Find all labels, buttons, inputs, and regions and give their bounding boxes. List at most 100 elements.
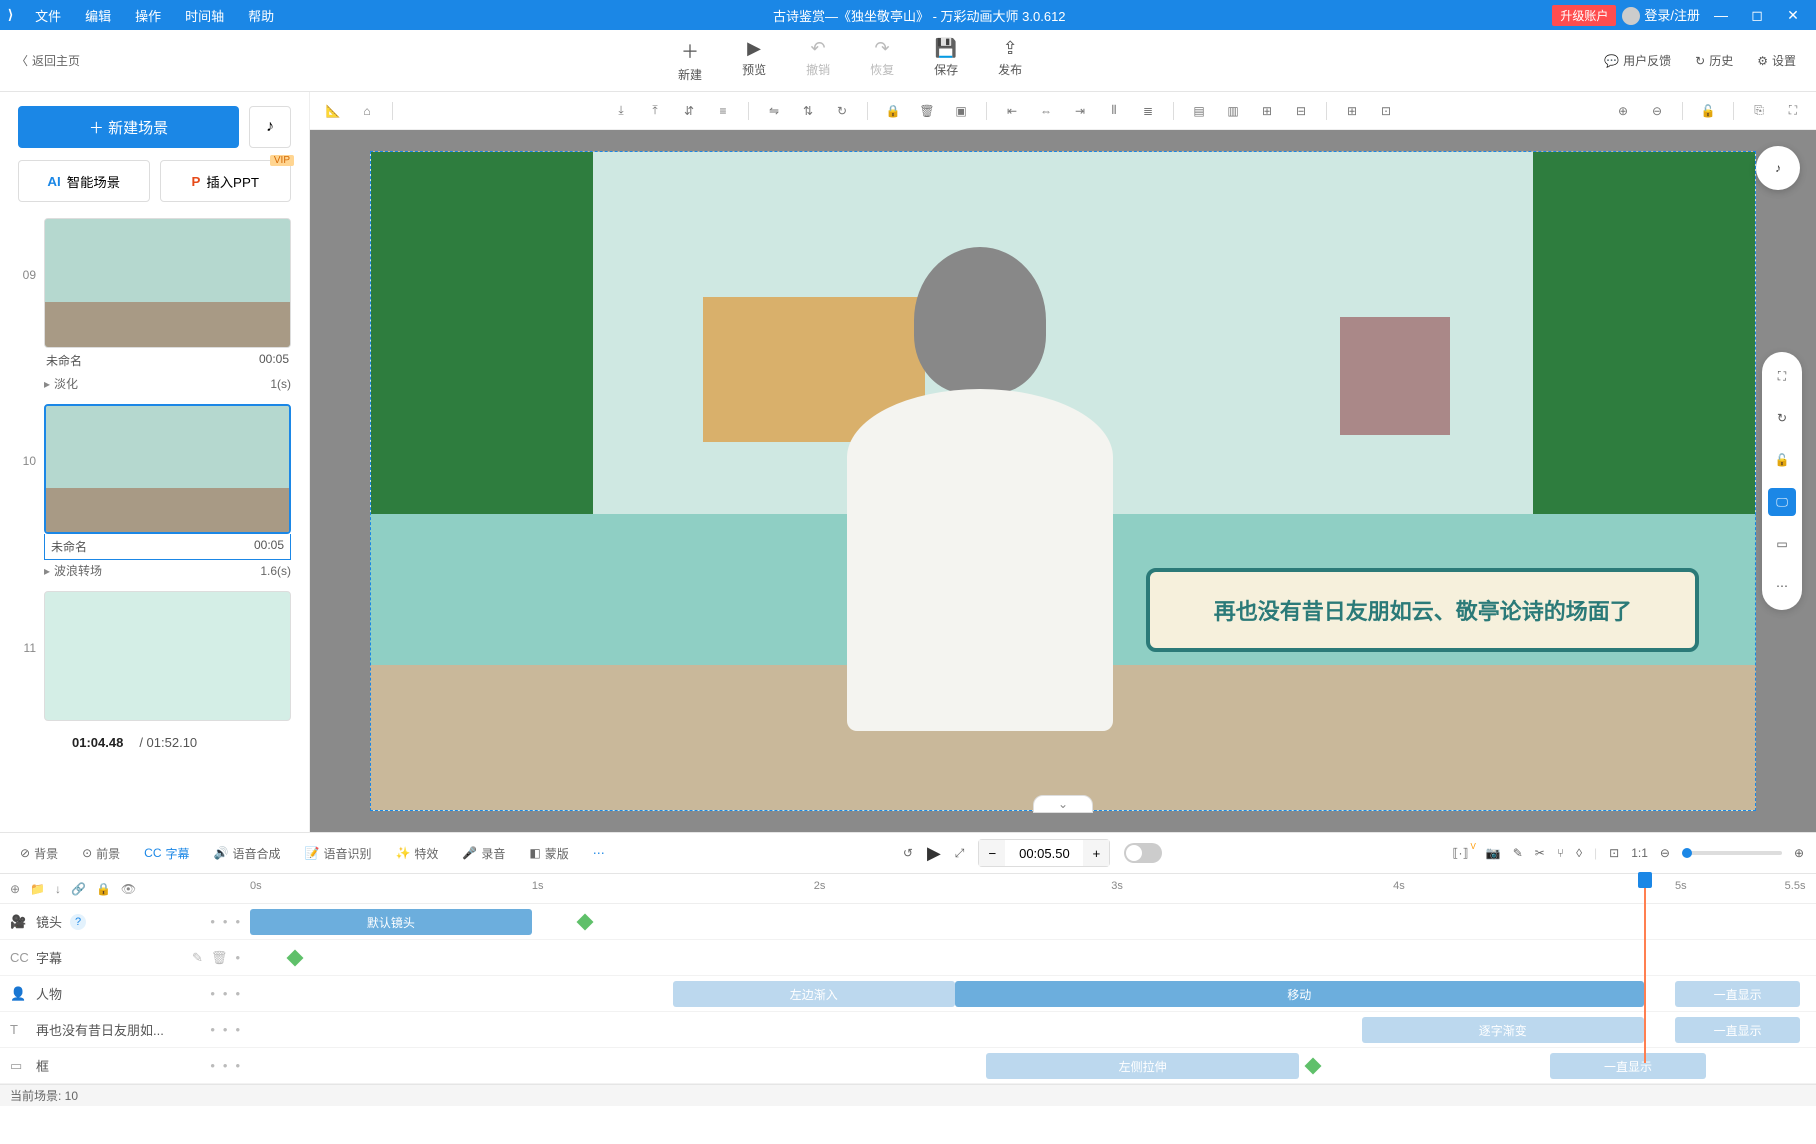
align-top-icon[interactable]: ⤒ <box>642 98 668 124</box>
timeline-ruler[interactable]: 0s 1s 2s 3s 4s 5s 5.5s <box>250 874 1816 903</box>
eye-icon[interactable]: 👁 <box>121 882 136 896</box>
bring-front-icon[interactable]: ▤ <box>1186 98 1212 124</box>
zoom-out-icon[interactable]: ⊖ <box>1644 98 1670 124</box>
toolbar-save[interactable]: 💾保存 <box>934 38 958 83</box>
clip-text-hold[interactable]: 一直显示 <box>1675 1017 1800 1043</box>
camera-tool-icon[interactable]: 📷 <box>1486 846 1501 860</box>
toolbar-undo[interactable]: ↶撤销 <box>806 38 830 83</box>
edit-tool-icon[interactable]: ✎ <box>1513 846 1523 860</box>
track-dot[interactable]: • <box>223 914 228 929</box>
align-left-icon[interactable]: ⇤ <box>999 98 1025 124</box>
toolbar-redo[interactable]: ↷恢复 <box>870 38 894 83</box>
time-minus-button[interactable]: − <box>979 840 1005 866</box>
zoom-in-icon[interactable]: ⊕ <box>1610 98 1636 124</box>
filter-icon[interactable]: ⑂ <box>1557 846 1564 860</box>
tab-effects[interactable]: ✨特效 <box>387 841 446 866</box>
ratio-icon[interactable]: 1:1 <box>1631 846 1648 860</box>
rotate-icon[interactable]: ↻ <box>829 98 855 124</box>
collapse-canvas-button[interactable]: ⌄ <box>1033 795 1093 813</box>
track-dot[interactable]: • <box>223 1022 228 1037</box>
tab-asr[interactable]: 📝语音识别 <box>296 841 379 866</box>
scene-item-09[interactable]: 09 未命名00:05 ▸淡化1(s) <box>18 218 291 394</box>
ruler-icon[interactable]: 📐 <box>320 98 346 124</box>
ungroup-icon[interactable]: ⊟ <box>1288 98 1314 124</box>
menu-operate[interactable]: 操作 <box>123 6 173 25</box>
scene-item-10[interactable]: 10 未命名00:05 ▸波浪转场1.6(s) <box>18 404 291 581</box>
help-icon[interactable]: ? <box>70 914 86 930</box>
tab-more[interactable]: ⋯ <box>585 842 613 864</box>
zoom-out-timeline-icon[interactable]: ⊖ <box>1660 846 1670 860</box>
clip-camera[interactable]: 默认镜头 <box>250 909 532 935</box>
tab-foreground[interactable]: ⊙前景 <box>74 841 128 866</box>
track-dot[interactable]: • <box>235 1022 240 1037</box>
keyframe-diamond[interactable] <box>287 950 304 967</box>
track-lane[interactable]: 默认镜头 <box>250 904 1816 939</box>
crop-icon[interactable]: ▣ <box>948 98 974 124</box>
align-right-icon[interactable]: ⇥ <box>1067 98 1093 124</box>
tab-tts[interactable]: 🔊语音合成 <box>206 841 289 866</box>
track-dot[interactable]: • <box>235 986 240 1001</box>
track-dot[interactable]: • <box>223 986 228 1001</box>
track-lane[interactable]: 左边渐入 移动 一直显示 <box>250 976 1816 1011</box>
tab-subtitle[interactable]: CC字幕 <box>136 841 197 866</box>
timeline-play-icon[interactable]: ▶ <box>927 843 941 864</box>
lock-stage-icon[interactable]: 🔓 <box>1768 446 1796 474</box>
window-maximize[interactable]: ◻ <box>1742 7 1772 24</box>
menu-edit[interactable]: 编辑 <box>73 6 123 25</box>
align-bottom-icon[interactable]: ⤓ <box>608 98 634 124</box>
window-minimize[interactable]: — <box>1706 7 1736 23</box>
window-close[interactable]: ✕ <box>1778 7 1808 24</box>
login-button[interactable]: 登录/注册 <box>1622 5 1700 26</box>
toolbar-settings[interactable]: ⚙设置 <box>1757 52 1796 69</box>
insert-ppt-button[interactable]: P插入PPTVIP <box>160 160 292 202</box>
display-icon[interactable]: 🖵 <box>1768 488 1796 516</box>
toolbar-feedback[interactable]: 💬用户反馈 <box>1604 52 1671 69</box>
align-middle-icon[interactable]: ⇵ <box>676 98 702 124</box>
back-home-button[interactable]: 〈 返回主页 <box>0 52 96 69</box>
clip-frame-hold[interactable]: 一直显示 <box>1550 1053 1707 1079</box>
track-dot[interactable]: • <box>223 1058 228 1073</box>
upgrade-button[interactable]: 升级账户 <box>1552 5 1616 26</box>
more-icon[interactable]: ⋯ <box>1768 572 1796 600</box>
track-dot[interactable]: • <box>210 1022 215 1037</box>
track-dot[interactable]: • <box>210 1058 215 1073</box>
keyframe-diamond[interactable] <box>1305 1058 1322 1075</box>
playhead[interactable] <box>1644 874 1646 1063</box>
timeline-expand-icon[interactable]: ⤢ <box>955 846 965 861</box>
time-field[interactable] <box>1005 846 1083 861</box>
flip-v-icon[interactable]: ⇅ <box>795 98 821 124</box>
track-dot[interactable]: • <box>235 914 240 929</box>
lock-icon[interactable]: 🔒 <box>880 98 906 124</box>
track-lane[interactable]: 左侧拉伸 一直显示 <box>250 1048 1816 1083</box>
send-back-icon[interactable]: ▥ <box>1220 98 1246 124</box>
scene-item-11[interactable]: 11 <box>18 591 291 721</box>
canvas-viewport[interactable]: 📹默认镜头 再也没有昔日友朋如云、敬亭论诗的场面了 ⌄ ♪ <box>310 130 1816 832</box>
track-delete-icon[interactable]: 🗑 <box>211 950 228 966</box>
expand-icon[interactable]: ⛶ <box>1780 98 1806 124</box>
flip-h-icon[interactable]: ⇋ <box>761 98 787 124</box>
track-edit-icon[interactable]: ✎ <box>192 950 203 966</box>
distribute-v-icon[interactable]: ≣ <box>1135 98 1161 124</box>
time-plus-button[interactable]: + <box>1083 840 1109 866</box>
tab-record[interactable]: 🎤录音 <box>454 841 513 866</box>
scene-thumbnail[interactable] <box>44 218 291 348</box>
align-vcenter-icon[interactable]: ≡ <box>710 98 736 124</box>
marker-icon[interactable]: ◊ <box>1576 846 1582 860</box>
grid-icon[interactable]: ⊞ <box>1339 98 1365 124</box>
track-dot[interactable]: • <box>235 950 240 966</box>
clip-person-hold[interactable]: 一直显示 <box>1675 981 1800 1007</box>
speech-bubble[interactable]: 再也没有昔日友朋如云、敬亭论诗的场面了 <box>1146 568 1699 652</box>
tab-mask[interactable]: ◧蒙版 <box>521 841 576 866</box>
keyframe-diamond[interactable] <box>576 914 593 931</box>
stage-character[interactable] <box>814 205 1146 731</box>
guides-icon[interactable]: ⊡ <box>1373 98 1399 124</box>
track-dot[interactable]: • <box>210 914 215 929</box>
timeline-rewind-icon[interactable]: ↺ <box>903 846 913 860</box>
toolbar-preview[interactable]: ▶预览 <box>742 38 766 83</box>
track-lane[interactable] <box>250 940 1816 975</box>
menu-timeline[interactable]: 时间轴 <box>173 6 236 25</box>
group-icon[interactable]: ⊞ <box>1254 98 1280 124</box>
add-track-icon[interactable]: ⊕ <box>10 882 20 896</box>
zoom-slider[interactable] <box>1682 851 1782 855</box>
stage[interactable]: 📹默认镜头 再也没有昔日友朋如云、敬亭论诗的场面了 <box>370 151 1756 811</box>
